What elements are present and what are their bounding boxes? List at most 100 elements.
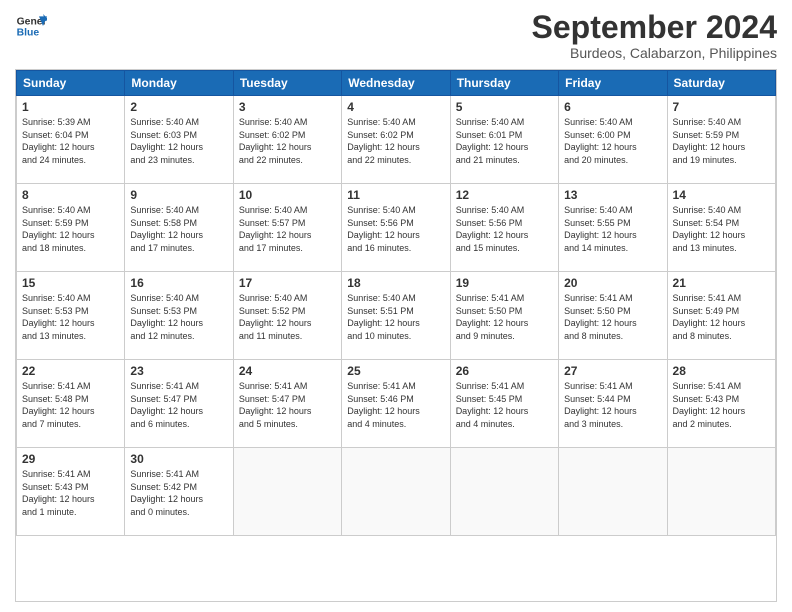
location-subtitle: Burdeos, Calabarzon, Philippines [532, 45, 777, 61]
cell-content: Sunrise: 5:41 AMSunset: 5:45 PMDaylight:… [456, 380, 553, 430]
calendar-cell: 5 Sunrise: 5:40 AMSunset: 6:01 PMDaylight… [450, 96, 558, 184]
day-header-friday: Friday [559, 71, 667, 96]
cell-content: Sunrise: 5:41 AMSunset: 5:47 PMDaylight:… [130, 380, 227, 430]
day-number: 10 [239, 188, 336, 202]
day-number: 14 [673, 188, 770, 202]
cell-content: Sunrise: 5:41 AMSunset: 5:50 PMDaylight:… [456, 292, 553, 342]
calendar-cell: 2Sunrise: 5:40 AMSunset: 6:03 PMDaylight… [125, 96, 233, 184]
cell-content: Sunrise: 5:41 AMSunset: 5:48 PMDaylight:… [22, 380, 119, 430]
logo: General Blue [15, 10, 47, 42]
day-number: 22 [22, 364, 119, 378]
day-number: 5 [456, 100, 553, 114]
day-header-tuesday: Tuesday [233, 71, 341, 96]
calendar-cell: 11Sunrise: 5:40 AMSunset: 5:56 PMDayligh… [342, 184, 450, 272]
day-number: 13 [564, 188, 661, 202]
calendar-week-row: 29 Sunrise: 5:41 AMSunset: 5:43 PMDayligh… [17, 448, 776, 536]
day-number: 6 [564, 100, 661, 114]
day-number: 7 [673, 100, 770, 114]
day-number: 17 [239, 276, 336, 290]
calendar-cell: 22 Sunrise: 5:41 AMSunset: 5:48 PMDayligh… [17, 360, 125, 448]
day-number: 29 [22, 452, 119, 466]
cell-content: Sunrise: 5:40 AMSunset: 6:01 PMDaylight:… [456, 116, 553, 166]
calendar-cell: 16 Sunrise: 5:40 AMSunset: 5:53 PMDayligh… [125, 272, 233, 360]
header: General Blue September 2024 Burdeos, Cal… [15, 10, 777, 61]
day-number: 21 [673, 276, 770, 290]
calendar-cell: 21Sunrise: 5:41 AMSunset: 5:49 PMDayligh… [667, 272, 775, 360]
calendar-cell: 19 Sunrise: 5:41 AMSunset: 5:50 PMDayligh… [450, 272, 558, 360]
calendar-cell: 24 Sunrise: 5:41 AMSunset: 5:47 PMDayligh… [233, 360, 341, 448]
cell-content: Sunrise: 5:40 AMSunset: 5:59 PMDaylight:… [22, 204, 119, 254]
cell-content: Sunrise: 5:41 AMSunset: 5:43 PMDaylight:… [673, 380, 770, 430]
day-header-thursday: Thursday [450, 71, 558, 96]
day-number: 8 [22, 188, 119, 202]
calendar-cell: 13 Sunrise: 5:40 AMSunset: 5:55 PMDayligh… [559, 184, 667, 272]
calendar-header-row: SundayMondayTuesdayWednesdayThursdayFrid… [17, 71, 776, 96]
calendar-cell: 6 Sunrise: 5:40 AMSunset: 6:00 PMDaylight… [559, 96, 667, 184]
calendar-cell: 17Sunrise: 5:40 AMSunset: 5:52 PMDayligh… [233, 272, 341, 360]
cell-content: Sunrise: 5:40 AMSunset: 5:59 PMDaylight:… [673, 116, 770, 166]
calendar-cell: 15 Sunrise: 5:40 AMSunset: 5:53 PMDayligh… [17, 272, 125, 360]
calendar-cell [342, 448, 450, 536]
day-number: 11 [347, 188, 444, 202]
day-number: 30 [130, 452, 227, 466]
cell-content: Sunrise: 5:41 AMSunset: 5:43 PMDaylight:… [22, 468, 119, 518]
cell-content: Sunrise: 5:39 AMSunset: 6:04 PMDaylight:… [22, 116, 119, 166]
logo-icon: General Blue [15, 10, 47, 42]
day-number: 4 [347, 100, 444, 114]
cell-content: Sunrise: 5:41 AMSunset: 5:46 PMDaylight:… [347, 380, 444, 430]
cell-content: Sunrise: 5:40 AMSunset: 5:54 PMDaylight:… [673, 204, 770, 254]
day-number: 20 [564, 276, 661, 290]
calendar-cell: 27Sunrise: 5:41 AMSunset: 5:44 PMDayligh… [559, 360, 667, 448]
day-number: 9 [130, 188, 227, 202]
cell-content: Sunrise: 5:40 AMSunset: 6:02 PMDaylight:… [239, 116, 336, 166]
cell-content: Sunrise: 5:40 AMSunset: 5:56 PMDaylight:… [456, 204, 553, 254]
calendar-cell [450, 448, 558, 536]
calendar-week-row: 8 Sunrise: 5:40 AMSunset: 5:59 PMDaylight… [17, 184, 776, 272]
day-header-sunday: Sunday [17, 71, 125, 96]
calendar-cell: 26 Sunrise: 5:41 AMSunset: 5:45 PMDayligh… [450, 360, 558, 448]
day-number: 25 [347, 364, 444, 378]
day-header-monday: Monday [125, 71, 233, 96]
calendar-cell: 4 Sunrise: 5:40 AMSunset: 6:02 PMDaylight… [342, 96, 450, 184]
day-number: 1 [22, 100, 119, 114]
cell-content: Sunrise: 5:40 AMSunset: 6:00 PMDaylight:… [564, 116, 661, 166]
day-number: 26 [456, 364, 553, 378]
day-number: 28 [673, 364, 770, 378]
calendar-week-row: 22 Sunrise: 5:41 AMSunset: 5:48 PMDayligh… [17, 360, 776, 448]
cell-content: Sunrise: 5:40 AMSunset: 5:57 PMDaylight:… [239, 204, 336, 254]
cell-content: Sunrise: 5:40 AMSunset: 5:51 PMDaylight:… [347, 292, 444, 342]
cell-content: Sunrise: 5:41 AMSunset: 5:47 PMDaylight:… [239, 380, 336, 430]
day-number: 16 [130, 276, 227, 290]
calendar-cell: 7 Sunrise: 5:40 AMSunset: 5:59 PMDaylight… [667, 96, 775, 184]
day-number: 15 [22, 276, 119, 290]
day-number: 3 [239, 100, 336, 114]
cell-content: Sunrise: 5:40 AMSunset: 5:55 PMDaylight:… [564, 204, 661, 254]
calendar-week-row: 1 Sunrise: 5:39 AMSunset: 6:04 PMDaylight… [17, 96, 776, 184]
calendar-cell: 1 Sunrise: 5:39 AMSunset: 6:04 PMDaylight… [17, 96, 125, 184]
cell-content: Sunrise: 5:41 AMSunset: 5:44 PMDaylight:… [564, 380, 661, 430]
calendar-cell: 14 Sunrise: 5:40 AMSunset: 5:54 PMDayligh… [667, 184, 775, 272]
day-header-wednesday: Wednesday [342, 71, 450, 96]
cell-content: Sunrise: 5:40 AMSunset: 5:58 PMDaylight:… [130, 204, 227, 254]
page: General Blue September 2024 Burdeos, Cal… [0, 0, 792, 612]
calendar-cell: 20 Sunrise: 5:41 AMSunset: 5:50 PMDayligh… [559, 272, 667, 360]
calendar-cell: 23Sunrise: 5:41 AMSunset: 5:47 PMDayligh… [125, 360, 233, 448]
calendar-cell [233, 448, 341, 536]
title-block: September 2024 Burdeos, Calabarzon, Phil… [532, 10, 777, 61]
calendar: SundayMondayTuesdayWednesdayThursdayFrid… [15, 69, 777, 602]
month-title: September 2024 [532, 10, 777, 45]
calendar-cell: 12 Sunrise: 5:40 AMSunset: 5:56 PMDayligh… [450, 184, 558, 272]
day-number: 12 [456, 188, 553, 202]
cell-content: Sunrise: 5:40 AMSunset: 5:53 PMDaylight:… [130, 292, 227, 342]
cell-content: Sunrise: 5:40 AMSunset: 5:53 PMDaylight:… [22, 292, 119, 342]
cell-content: Sunrise: 5:41 AMSunset: 5:50 PMDaylight:… [564, 292, 661, 342]
calendar-cell: 30 Sunrise: 5:41 AMSunset: 5:42 PMDayligh… [125, 448, 233, 536]
day-number: 24 [239, 364, 336, 378]
calendar-cell: 28 Sunrise: 5:41 AMSunset: 5:43 PMDayligh… [667, 360, 775, 448]
day-number: 18 [347, 276, 444, 290]
calendar-cell [667, 448, 775, 536]
day-number: 19 [456, 276, 553, 290]
cell-content: Sunrise: 5:40 AMSunset: 6:02 PMDaylight:… [347, 116, 444, 166]
cell-content: Sunrise: 5:41 AMSunset: 5:42 PMDaylight:… [130, 468, 227, 518]
calendar-week-row: 15 Sunrise: 5:40 AMSunset: 5:53 PMDayligh… [17, 272, 776, 360]
